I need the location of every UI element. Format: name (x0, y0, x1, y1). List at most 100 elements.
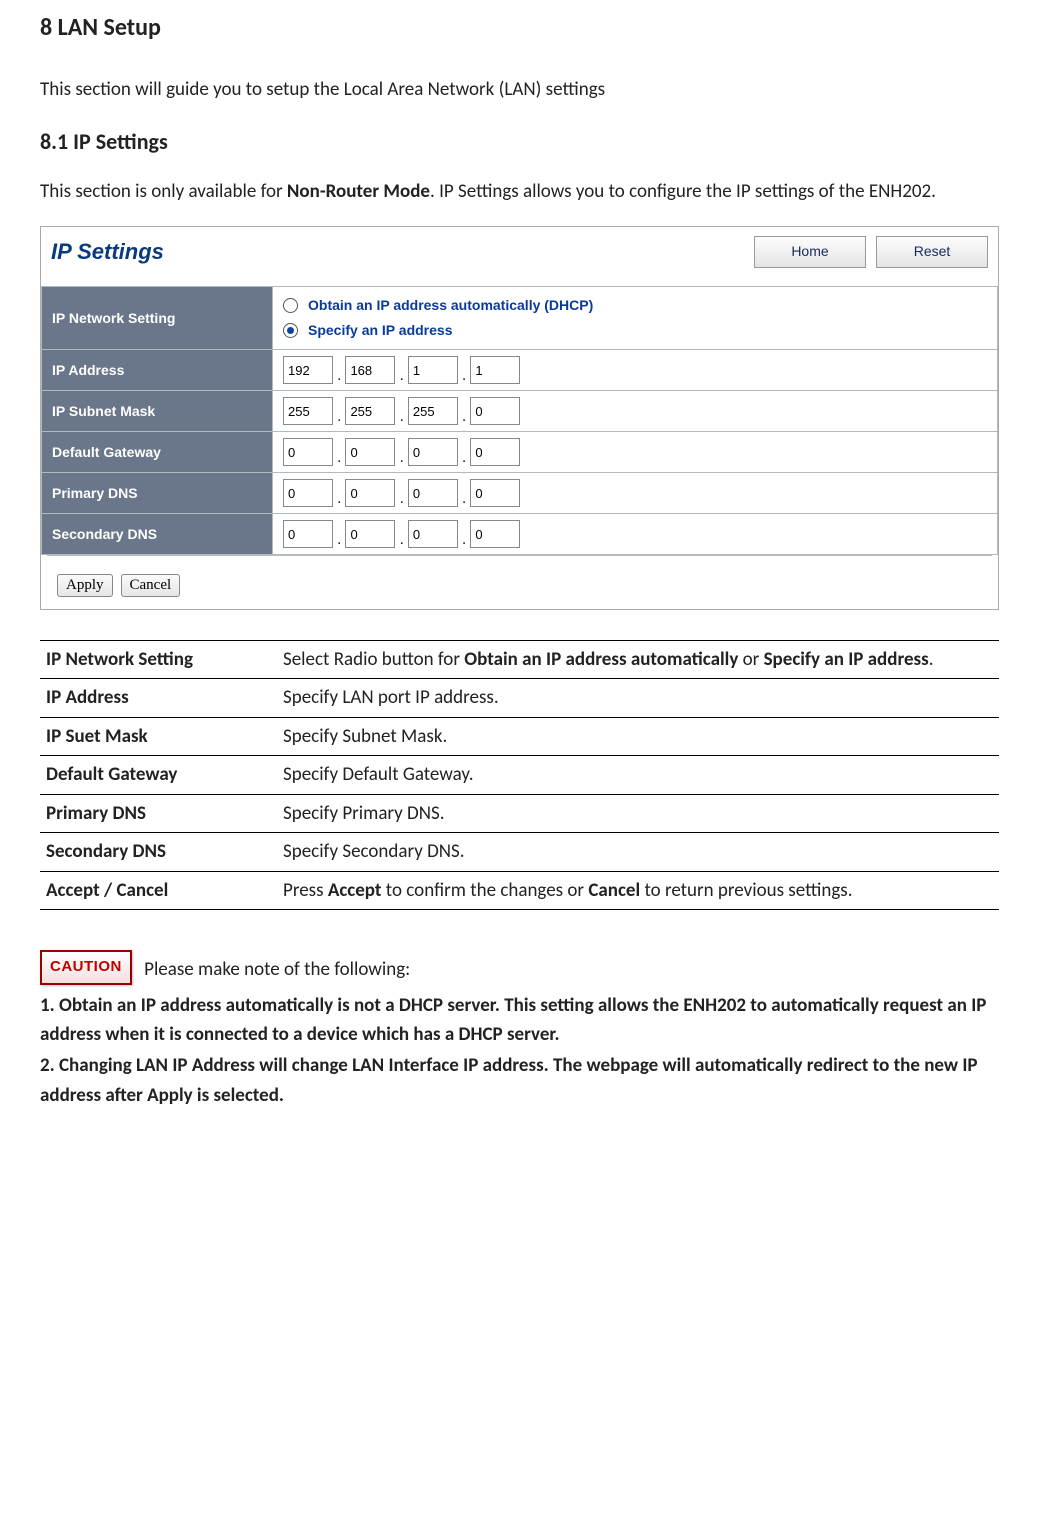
desc-text: Specify LAN port IP address. (277, 679, 999, 717)
desc-row: Secondary DNS Specify Secondary DNS. (40, 833, 999, 871)
dot-icon: . (337, 411, 341, 425)
dot-icon: . (462, 493, 466, 507)
description-table: IP Network Setting Select Radio button f… (40, 640, 999, 910)
radio-dhcp[interactable]: Obtain an IP address automatically (DHCP… (283, 293, 987, 318)
desc-row: IP Suet Mask Specify Subnet Mask. (40, 717, 999, 755)
sdns-octet-4[interactable] (470, 520, 520, 548)
config-table: IP Network Setting Obtain an IP address … (41, 286, 998, 555)
label-secondary-dns: Secondary DNS (42, 514, 273, 555)
gw-octet-1[interactable] (283, 438, 333, 466)
pdns-octet-1[interactable] (283, 479, 333, 507)
bold: Cancel (588, 879, 640, 902)
radio-specify-label: Specify an IP address (308, 320, 452, 341)
section-title: 8 LAN Setup (40, 10, 999, 46)
row-ip-address: IP Address . . . (42, 350, 998, 391)
intro-text: This section will guide you to setup the… (40, 76, 999, 105)
dot-icon: . (399, 493, 403, 507)
desc-text: Specify Subnet Mask. (277, 717, 999, 755)
header-buttons: Home Reset (754, 236, 988, 268)
label-primary-dns: Primary DNS (42, 473, 273, 514)
gw-octet-3[interactable] (408, 438, 458, 466)
desc-text: Specify Secondary DNS. (277, 833, 999, 871)
desc-row: Accept / Cancel Press Accept to confirm … (40, 871, 999, 909)
ip-octet-2[interactable] (345, 356, 395, 384)
dot-icon: . (399, 534, 403, 548)
apply-button[interactable]: Apply (57, 574, 113, 597)
mask-octet-4[interactable] (470, 397, 520, 425)
label-default-gateway: Default Gateway (42, 432, 273, 473)
radio-specify[interactable]: Specify an IP address (283, 318, 987, 343)
panel-header: IP Settings Home Reset (41, 227, 998, 286)
dot-icon: . (462, 411, 466, 425)
label-ip-network-setting: IP Network Setting (42, 287, 273, 350)
home-button[interactable]: Home (754, 236, 866, 268)
text: This section is only available for (40, 180, 287, 203)
row-secondary-dns: Secondary DNS . . . (42, 514, 998, 555)
desc-text: Press Accept to confirm the changes or C… (277, 871, 999, 909)
panel-title: IP Settings (51, 235, 754, 268)
pdns-octet-2[interactable] (345, 479, 395, 507)
cell-ip-address: . . . (273, 350, 998, 391)
ip-octet-3[interactable] (408, 356, 458, 384)
pdns-octet-3[interactable] (408, 479, 458, 507)
dot-icon: . (337, 534, 341, 548)
caution-list: 1. Obtain an IP address automatically is… (40, 991, 999, 1111)
text: Select Radio button for (283, 648, 464, 671)
mask-octet-2[interactable] (345, 397, 395, 425)
row-subnet-mask: IP Subnet Mask . . . (42, 391, 998, 432)
ip-octet-4[interactable] (470, 356, 520, 384)
radio-icon (283, 298, 298, 313)
dot-icon: . (462, 534, 466, 548)
desc-label: IP Network Setting (40, 641, 277, 679)
dot-icon: . (337, 493, 341, 507)
panel-footer: Apply Cancel (47, 555, 992, 609)
cancel-button[interactable]: Cancel (121, 574, 181, 597)
desc-label: Secondary DNS (40, 833, 277, 871)
caution-item-2: 2. Changing LAN IP Address will change L… (40, 1051, 999, 1110)
non-router-mode-bold: Non-Router Mode (287, 180, 430, 203)
mask-octet-1[interactable] (283, 397, 333, 425)
desc-label: IP Suet Mask (40, 717, 277, 755)
subsection-title: 8.1 IP Settings (40, 125, 999, 158)
dot-icon: . (462, 452, 466, 466)
bold: Specify an IP address (764, 648, 929, 671)
dot-icon: . (337, 370, 341, 384)
sdns-octet-3[interactable] (408, 520, 458, 548)
text: to return previous settings. (640, 879, 852, 902)
text: or (738, 648, 763, 671)
row-primary-dns: Primary DNS . . . (42, 473, 998, 514)
mask-octet-3[interactable] (408, 397, 458, 425)
pdns-octet-4[interactable] (470, 479, 520, 507)
row-default-gateway: Default Gateway . . . (42, 432, 998, 473)
text: . IP Settings allows you to configure th… (430, 180, 936, 203)
radio-dhcp-label: Obtain an IP address automatically (DHCP… (308, 295, 593, 316)
dot-icon: . (399, 452, 403, 466)
gw-octet-4[interactable] (470, 438, 520, 466)
desc-label: Default Gateway (40, 756, 277, 794)
bold: Accept (328, 879, 382, 902)
radio-icon (283, 323, 298, 338)
desc-row: Primary DNS Specify Primary DNS. (40, 794, 999, 832)
cell-ip-network-setting: Obtain an IP address automatically (DHCP… (273, 287, 998, 350)
gw-octet-2[interactable] (345, 438, 395, 466)
sdns-octet-2[interactable] (345, 520, 395, 548)
caution-icon: CAUTION (40, 950, 132, 985)
label-ip-address: IP Address (42, 350, 273, 391)
label-subnet-mask: IP Subnet Mask (42, 391, 273, 432)
dot-icon: . (462, 370, 466, 384)
desc-text: Specify Primary DNS. (277, 794, 999, 832)
text: . (929, 648, 934, 671)
desc-text: Specify Default Gateway. (277, 756, 999, 794)
desc-label: IP Address (40, 679, 277, 717)
reset-button[interactable]: Reset (876, 236, 988, 268)
desc-row: IP Address Specify LAN port IP address. (40, 679, 999, 717)
ip-octet-1[interactable] (283, 356, 333, 384)
subsection-intro: This section is only available for Non-R… (40, 178, 999, 207)
desc-row: IP Network Setting Select Radio button f… (40, 641, 999, 679)
sdns-octet-1[interactable] (283, 520, 333, 548)
dot-icon: . (399, 370, 403, 384)
desc-label: Accept / Cancel (40, 871, 277, 909)
text: Press (283, 879, 328, 902)
text: to confirm the changes or (382, 879, 589, 902)
row-ip-network-setting: IP Network Setting Obtain an IP address … (42, 287, 998, 350)
